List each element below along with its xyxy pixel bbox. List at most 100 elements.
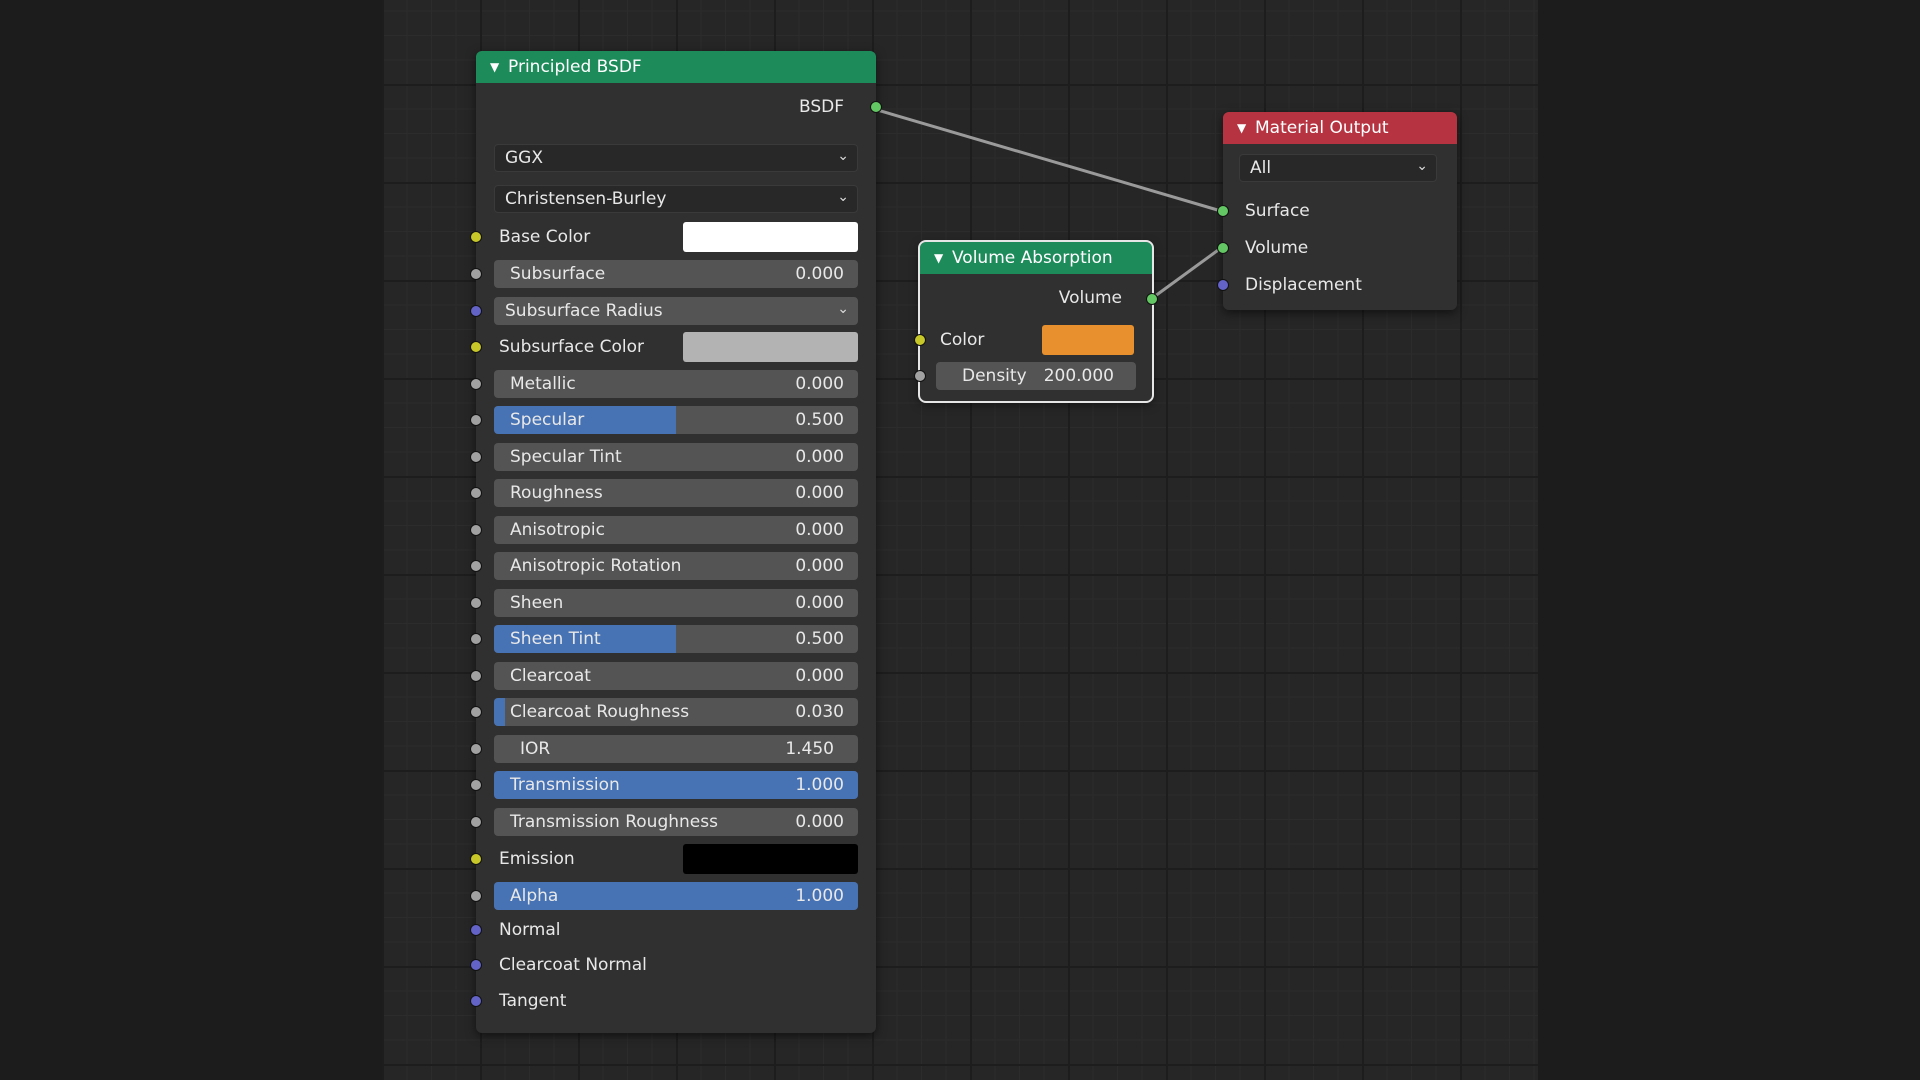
slider-value: 1.450	[785, 739, 834, 759]
collapse-triangle-icon[interactable]: ▼	[490, 60, 508, 74]
bsdf-output-socket[interactable]	[870, 101, 882, 113]
subsurface-method-dropdown[interactable]: Christensen-Burley ⌄	[494, 185, 858, 213]
volume-absorption-node[interactable]: ▼ Volume Absorption Volume Color Density…	[914, 240, 1158, 403]
density-socket[interactable]	[914, 370, 926, 382]
link-volume-to-volume[interactable]	[1150, 246, 1222, 301]
specular-tint-socket[interactable]	[470, 451, 482, 463]
target-dropdown[interactable]: All ⌄	[1239, 154, 1437, 182]
slider-label: Transmission	[510, 775, 620, 795]
slider-label: Specular Tint	[510, 447, 622, 467]
sheen-tint-socket[interactable]	[470, 633, 482, 645]
subsurface-method-value: Christensen-Burley	[505, 189, 667, 209]
slider-value: 0.000	[795, 264, 844, 284]
surface-input-label: Surface	[1245, 201, 1310, 221]
chevron-down-icon: ⌄	[837, 189, 849, 205]
material-output-header[interactable]: ▼ Material Output	[1223, 112, 1457, 144]
target-value: All	[1250, 158, 1272, 178]
transmission-roughness-socket[interactable]	[470, 816, 482, 828]
clearcoat-roughness-socket[interactable]	[470, 706, 482, 718]
alpha-socket[interactable]	[470, 890, 482, 902]
tangent-socket[interactable]	[470, 995, 482, 1007]
base-color-socket[interactable]	[470, 231, 482, 243]
node-title: Material Output	[1255, 118, 1389, 138]
slider-label: Sheen Tint	[510, 629, 601, 649]
anisotropic-rotation-slider[interactable]: Anisotropic Rotation 0.000	[494, 552, 858, 580]
volume-input-socket[interactable]	[1217, 242, 1229, 254]
roughness-socket[interactable]	[470, 487, 482, 499]
emission-socket[interactable]	[470, 853, 482, 865]
metallic-socket[interactable]	[470, 378, 482, 390]
emission-color-swatch[interactable]	[683, 844, 858, 874]
subsurface-radius-dropdown[interactable]: Subsurface Radius ⌄	[494, 297, 858, 325]
specular-socket[interactable]	[470, 414, 482, 426]
displacement-input-socket[interactable]	[1217, 279, 1229, 291]
base-color-swatch[interactable]	[683, 222, 858, 252]
slider-label: Clearcoat Roughness	[510, 702, 690, 722]
density-label: Density	[962, 366, 1027, 386]
clearcoat-normal-socket[interactable]	[470, 959, 482, 971]
density-value: 200.000	[1043, 366, 1114, 386]
collapse-triangle-icon[interactable]: ▼	[934, 251, 952, 265]
subsurface-socket[interactable]	[470, 268, 482, 280]
node-editor-canvas[interactable]: ▼ Principled BSDF BSDF GGX ⌄ Christensen…	[382, 0, 1538, 1080]
slider-value: 0.000	[795, 520, 844, 540]
clearcoat-roughness-slider[interactable]: Clearcoat Roughness 0.030	[494, 698, 858, 726]
slider-value: 1.000	[795, 886, 844, 906]
subsurface-color-socket[interactable]	[470, 341, 482, 353]
slider-label: IOR	[520, 739, 551, 759]
emission-label: Emission	[499, 849, 575, 869]
slider-value: 0.000	[795, 483, 844, 503]
slider-label: Sheen	[510, 593, 564, 613]
material-output-node[interactable]: ▼ Material Output All ⌄ Surface Volume D…	[1217, 112, 1457, 310]
surface-input-socket[interactable]	[1217, 205, 1229, 217]
slider-value: 1.000	[795, 775, 844, 795]
slider-value: 0.500	[795, 410, 844, 430]
anisotropic-rotation-socket[interactable]	[470, 560, 482, 572]
slider-value: 0.000	[795, 666, 844, 686]
slider-value: 0.000	[795, 447, 844, 467]
distribution-dropdown[interactable]: GGX ⌄	[494, 144, 858, 172]
subsurface-radius-socket[interactable]	[470, 305, 482, 317]
clearcoat-socket[interactable]	[470, 670, 482, 682]
slider-label: Anisotropic Rotation	[510, 556, 682, 576]
normal-socket[interactable]	[470, 924, 482, 936]
principled-bsdf-header[interactable]: ▼ Principled BSDF	[476, 51, 876, 83]
subsurface-color-swatch[interactable]	[683, 332, 858, 362]
collapse-triangle-icon[interactable]: ▼	[1237, 121, 1255, 135]
roughness-slider[interactable]: Roughness 0.000	[494, 479, 858, 507]
metallic-slider[interactable]: Metallic 0.000	[494, 370, 858, 398]
slider-label: Subsurface	[510, 264, 606, 284]
sheen-slider[interactable]: Sheen 0.000	[494, 589, 858, 617]
anisotropic-socket[interactable]	[470, 524, 482, 536]
volume-output-socket[interactable]	[1146, 293, 1158, 305]
clearcoat-slider[interactable]: Clearcoat 0.000	[494, 662, 858, 690]
link-bsdf-to-surface[interactable]	[873, 107, 1222, 213]
subsurface-slider[interactable]: Subsurface 0.000	[494, 260, 858, 288]
displacement-input-label: Displacement	[1245, 275, 1362, 295]
principled-bsdf-node[interactable]: ▼ Principled BSDF BSDF GGX ⌄ Christensen…	[470, 51, 882, 1033]
subsurface-color-label: Subsurface Color	[499, 337, 644, 357]
slider-value: 0.030	[795, 702, 844, 722]
node-title: Principled BSDF	[508, 57, 642, 77]
sheen-tint-slider[interactable]: Sheen Tint 0.500	[494, 625, 858, 653]
transmission-roughness-slider[interactable]: Transmission Roughness 0.000	[494, 808, 858, 836]
sheen-socket[interactable]	[470, 597, 482, 609]
specular-tint-slider[interactable]: Specular Tint 0.000	[494, 443, 858, 471]
ior-socket[interactable]	[470, 743, 482, 755]
slider-value: 0.000	[795, 593, 844, 613]
volume-color-socket[interactable]	[914, 334, 926, 346]
alpha-slider[interactable]: Alpha 1.000	[494, 882, 858, 910]
specular-slider[interactable]: Specular 0.500	[494, 406, 858, 434]
volume-color-swatch[interactable]	[1042, 325, 1134, 355]
volume-absorption-header[interactable]: ▼ Volume Absorption	[920, 242, 1152, 274]
slider-label: Alpha	[510, 886, 559, 906]
anisotropic-slider[interactable]: Anisotropic 0.000	[494, 516, 858, 544]
transmission-slider[interactable]: Transmission 1.000	[494, 771, 858, 799]
volume-color-label: Color	[940, 330, 985, 350]
ior-field[interactable]: IOR 1.450	[494, 735, 858, 763]
transmission-socket[interactable]	[470, 779, 482, 791]
clearcoat-normal-label: Clearcoat Normal	[499, 955, 647, 975]
density-field[interactable]: Density 200.000	[936, 362, 1136, 390]
base-color-label: Base Color	[499, 227, 591, 247]
slider-label: Specular	[510, 410, 585, 430]
